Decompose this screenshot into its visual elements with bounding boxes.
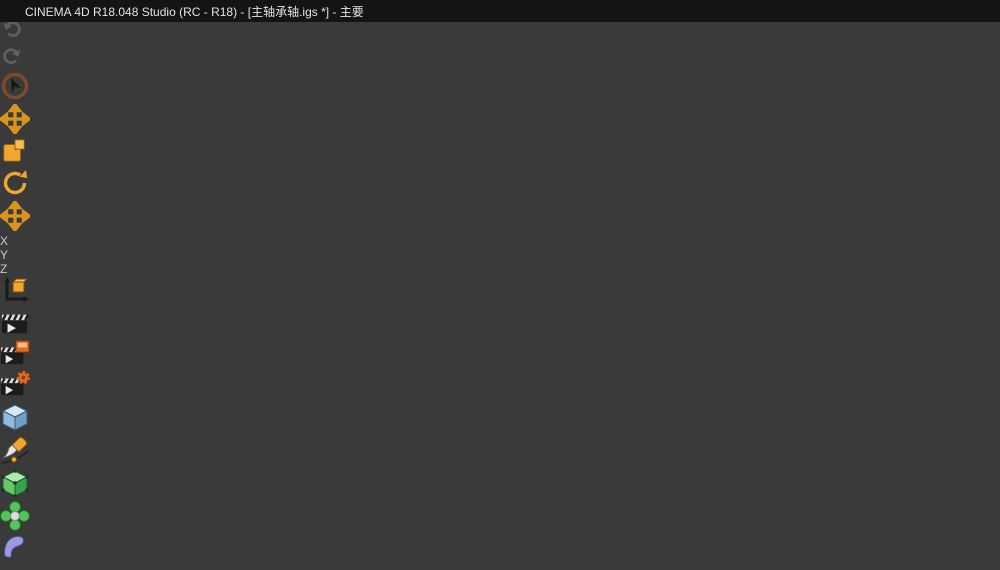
- scale-tool-button[interactable]: [0, 137, 1000, 168]
- add-subdivision-surface-button[interactable]: [0, 468, 1000, 501]
- title-bar: CINEMA 4D R18.048 Studio (RC - R18) - [主…: [0, 0, 1000, 22]
- lock-y-axis-button[interactable]: Y: [0, 248, 1000, 262]
- live-selection-button[interactable]: [0, 71, 1000, 104]
- z-axis-icon: Z: [0, 262, 1000, 276]
- cinema4d-window: CINEMA 4D R18.048 Studio (RC - R18) - [主…: [0, 0, 1000, 570]
- array-icon: [0, 501, 30, 531]
- add-array-button[interactable]: [0, 501, 1000, 534]
- render-view-button[interactable]: [0, 309, 1000, 340]
- add-floor-button[interactable]: [0, 565, 1000, 570]
- rotate-icon: [0, 168, 30, 198]
- redo-icon: [0, 44, 24, 68]
- render-settings-icon: [0, 371, 30, 399]
- window-title: CINEMA 4D R18.048 Studio (RC - R18) - [主…: [25, 3, 364, 20]
- coordinate-system-button[interactable]: [0, 276, 1000, 309]
- global-move-button[interactable]: [0, 201, 1000, 234]
- add-spline-pen-button[interactable]: [0, 435, 1000, 468]
- render-to-picture-viewer-button[interactable]: [0, 340, 1000, 371]
- edit-render-settings-button[interactable]: [0, 371, 1000, 402]
- live-selection-icon: [0, 71, 30, 101]
- coordinate-system-icon: [0, 276, 30, 306]
- move-icon: [0, 104, 30, 134]
- cube-icon: [0, 402, 30, 432]
- move-tool-button[interactable]: [0, 104, 1000, 137]
- y-axis-icon: Y: [0, 248, 1000, 262]
- rotate-tool-button[interactable]: [0, 168, 1000, 201]
- x-axis-icon: X: [0, 234, 1000, 248]
- lock-x-axis-button[interactable]: X: [0, 234, 1000, 248]
- app-logo-icon: [6, 5, 19, 18]
- global-move-icon: [0, 201, 30, 231]
- main-toolbar: X Y Z: [0, 17, 1000, 570]
- render-picture-viewer-icon: [0, 340, 30, 368]
- scale-icon: [0, 137, 28, 165]
- spline-pen-icon: [0, 435, 30, 465]
- add-cube-button[interactable]: [0, 402, 1000, 435]
- floor-icon: [0, 565, 30, 570]
- lock-z-axis-button[interactable]: Z: [0, 262, 1000, 276]
- deformer-icon: [0, 534, 28, 562]
- subdivision-surface-icon: [0, 468, 30, 498]
- render-view-icon: [0, 309, 30, 337]
- redo-button[interactable]: [0, 44, 1000, 71]
- add-deformer-button[interactable]: [0, 534, 1000, 565]
